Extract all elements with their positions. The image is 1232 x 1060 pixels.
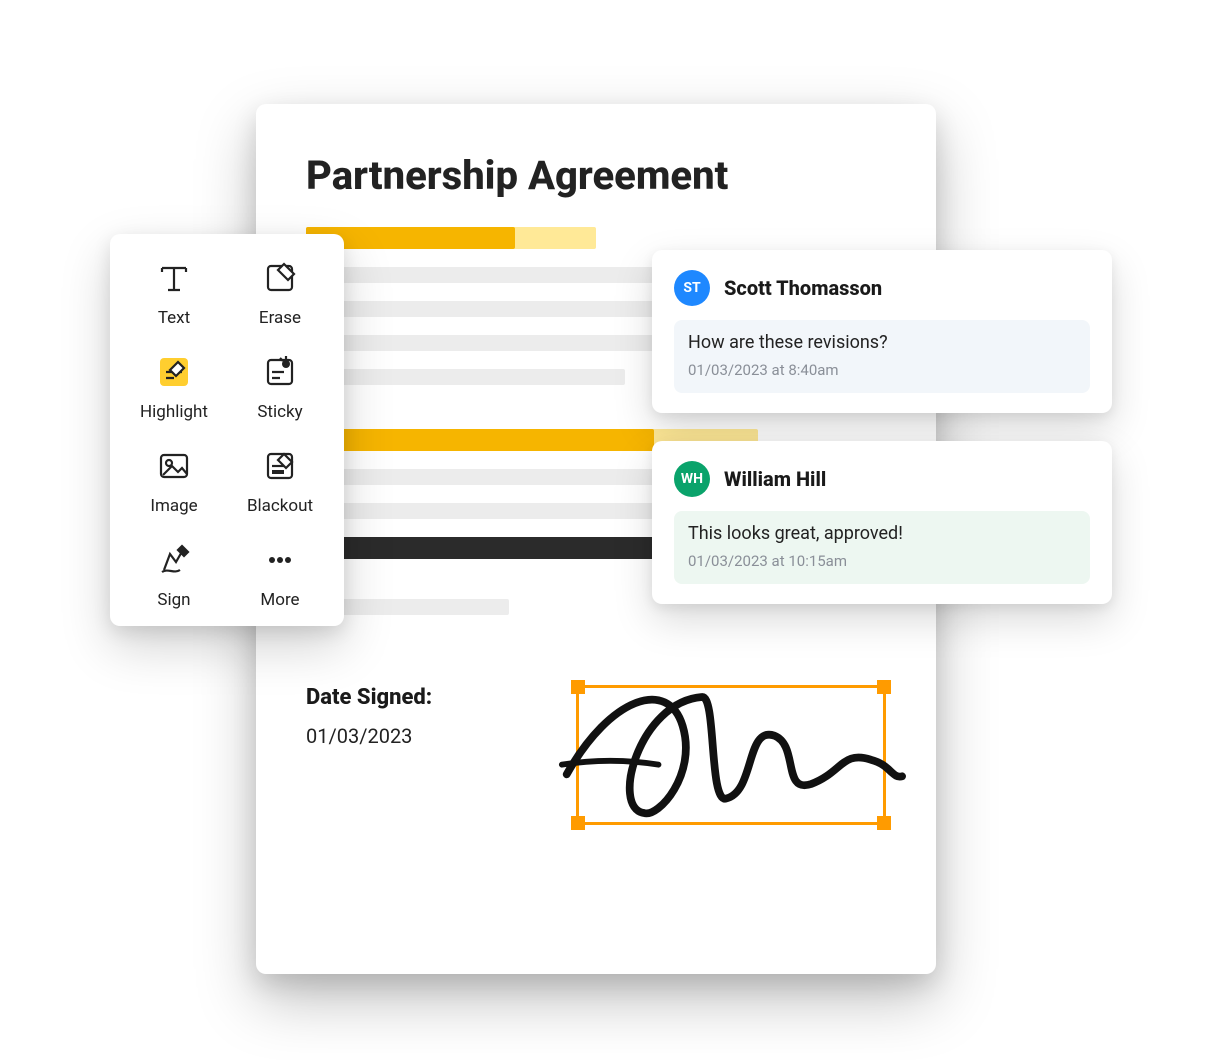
tool-label: Sign (157, 590, 190, 610)
signature-icon (549, 668, 913, 842)
tool-sticky[interactable]: Sticky (230, 350, 330, 422)
image-icon (152, 444, 196, 488)
tool-highlight[interactable]: Highlight (124, 350, 224, 422)
comment-timestamp: 01/03/2023 at 10:15am (688, 552, 1076, 570)
comment-timestamp: 01/03/2023 at 8:40am (688, 361, 1076, 379)
avatar: WH (674, 461, 710, 497)
comment-author: William Hill (724, 467, 826, 491)
avatar: ST (674, 270, 710, 306)
comments-panel: ST Scott Thomasson How are these revisio… (652, 250, 1112, 604)
comment-body: This looks great, approved! 01/03/2023 a… (674, 511, 1090, 584)
tool-more[interactable]: More (230, 538, 330, 610)
highlighted-line-1 (306, 227, 886, 249)
comment-card[interactable]: WH William Hill This looks great, approv… (652, 441, 1112, 604)
comment-text: This looks great, approved! (688, 523, 1076, 544)
date-signed-label: Date Signed: (306, 685, 432, 710)
tool-label: Erase (259, 308, 301, 328)
text-icon (152, 256, 196, 300)
tool-label: Blackout (247, 496, 313, 516)
date-signed-value: 01/03/2023 (306, 724, 432, 748)
document-title: Partnership Agreement (306, 152, 886, 199)
tool-label: Highlight (140, 402, 208, 422)
text-placeholder-line (306, 369, 625, 385)
tool-blackout[interactable]: Blackout (230, 444, 330, 516)
sticky-icon (258, 350, 302, 394)
highlight-icon (152, 350, 196, 394)
tool-erase[interactable]: Erase (230, 256, 330, 328)
tool-label: More (260, 590, 299, 610)
comment-text: How are these revisions? (688, 332, 1076, 353)
editing-toolbar: Text Erase Highlight Sticky Image (110, 234, 344, 626)
tool-label: Sticky (257, 402, 302, 422)
blackout-icon (258, 444, 302, 488)
tool-label: Text (158, 308, 190, 328)
tool-image[interactable]: Image (124, 444, 224, 516)
comment-body: How are these revisions? 01/03/2023 at 8… (674, 320, 1090, 393)
signature-selection-box[interactable] (576, 685, 886, 825)
erase-icon (258, 256, 302, 300)
comment-author: Scott Thomasson (724, 276, 882, 300)
tool-sign[interactable]: Sign (124, 538, 224, 610)
tool-text[interactable]: Text (124, 256, 224, 328)
sign-icon (152, 538, 196, 582)
comment-card[interactable]: ST Scott Thomasson How are these revisio… (652, 250, 1112, 413)
more-icon (258, 538, 302, 582)
tool-label: Image (150, 496, 197, 516)
